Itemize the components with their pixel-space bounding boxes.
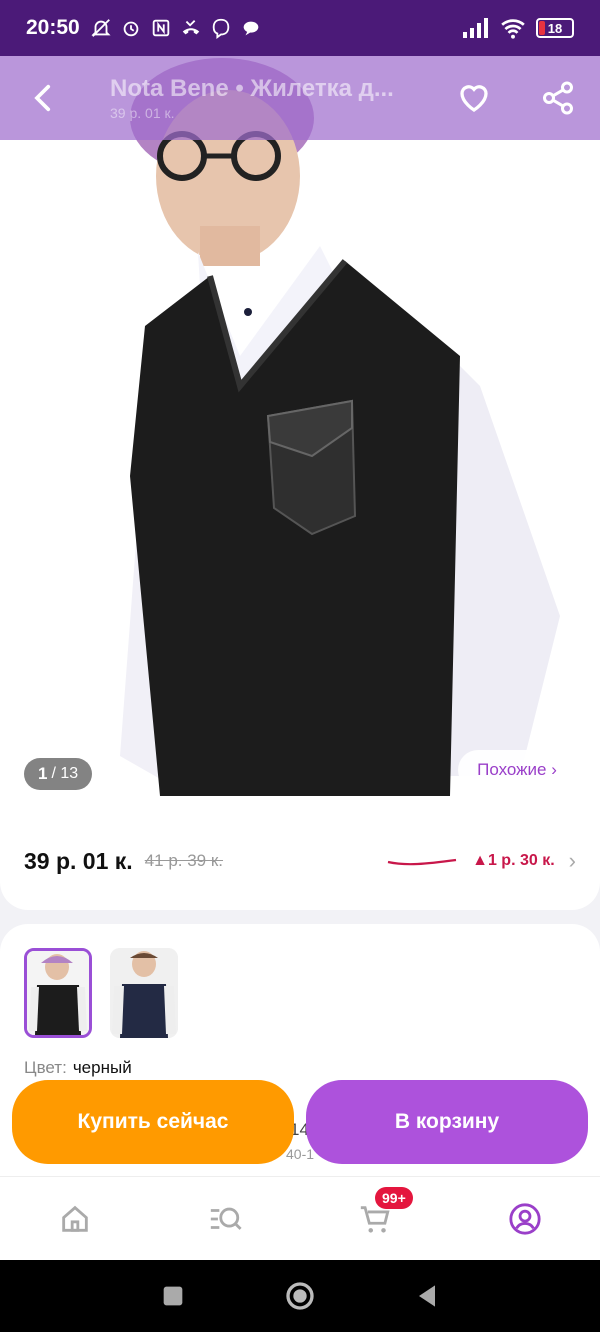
chevron-left-icon	[34, 84, 51, 112]
recent-apps-icon[interactable]	[157, 1280, 189, 1312]
price-change: ▲1 р. 30 к.	[472, 852, 555, 869]
favorite-heart-icon[interactable]	[456, 80, 492, 116]
size-hint-secondary: 40-1	[286, 1146, 315, 1162]
current-price: 39 р. 01 к.	[24, 847, 133, 874]
variant-thumb-navy-image	[110, 948, 178, 1038]
product-page: 20:50 18 Nota Bene • Жилетка д... 39 р. …	[0, 0, 600, 1332]
nav-cart[interactable]: 99+	[345, 1186, 413, 1249]
price-trend-sparkline	[387, 858, 457, 866]
nav-catalog[interactable]	[195, 1189, 255, 1249]
product-header: Nota Bene • Жилетка д... 39 р. 01 к.	[0, 56, 600, 140]
viber-icon	[212, 18, 229, 39]
status-bar: 20:50 18	[0, 0, 600, 56]
color-label: Цвет:	[24, 1058, 67, 1077]
image-counter-current: 1	[38, 764, 48, 783]
product-photo	[0, 56, 600, 816]
product-image[interactable]	[0, 56, 600, 816]
nav-home[interactable]	[45, 1189, 105, 1249]
bottom-nav: 99+	[0, 1176, 600, 1260]
old-price: 41 р. 39 к.	[144, 851, 224, 870]
header-title-block: Nota Bene • Жилетка д... 39 р. 01 к.	[110, 75, 420, 121]
price-card: 39 р. 01 к. 41 р. 39 к. ▲1 р. 30 к. ›	[0, 812, 600, 910]
chat-icon	[243, 21, 259, 36]
status-right: 18	[462, 17, 574, 39]
chevron-right-icon: ›	[568, 848, 576, 873]
price-history-link[interactable]: ▲1 р. 30 к. ›	[386, 848, 576, 874]
status-icons	[90, 17, 262, 39]
variant-thumbnails	[24, 948, 576, 1038]
catalog-search-icon	[210, 1207, 242, 1230]
variant-thumb-black[interactable]	[24, 948, 92, 1038]
color-value: черный	[72, 1058, 132, 1077]
color-line: Цвет: черный	[24, 1058, 576, 1078]
status-time: 20:50	[26, 16, 80, 39]
home-circle-icon[interactable]	[284, 1280, 316, 1312]
image-counter: 1 / 13	[24, 758, 93, 790]
muted-bell-icon	[91, 19, 111, 37]
similar-button[interactable]: Похожие ›	[458, 750, 576, 790]
profile-icon	[509, 1202, 541, 1235]
header-actions	[456, 80, 576, 116]
battery-text: 18	[547, 21, 563, 36]
buy-now-button[interactable]: Купить сейчас	[12, 1080, 294, 1164]
home-icon	[62, 1205, 88, 1232]
nav-profile[interactable]	[495, 1189, 555, 1249]
nfc-icon	[152, 19, 169, 37]
wifi-icon	[501, 19, 525, 39]
missed-call-icon	[182, 20, 199, 35]
variant-thumb-black-image	[27, 951, 89, 1035]
image-counter-total: / 13	[51, 765, 79, 782]
add-to-cart-button[interactable]: В корзину	[306, 1080, 588, 1164]
system-nav-bar	[0, 1260, 600, 1332]
alarm-icon	[123, 21, 139, 37]
battery-indicator: 18	[536, 18, 574, 38]
share-icon[interactable]	[540, 80, 576, 116]
header-title: Nota Bene • Жилетка д...	[110, 75, 394, 102]
signal-icon	[463, 18, 488, 38]
back-button[interactable]	[24, 78, 64, 118]
header-price: 39 р. 01 к.	[110, 105, 175, 121]
back-triangle-icon[interactable]	[411, 1280, 443, 1312]
variant-thumb-navy[interactable]	[110, 948, 178, 1038]
cart-badge: 99+	[375, 1186, 413, 1209]
